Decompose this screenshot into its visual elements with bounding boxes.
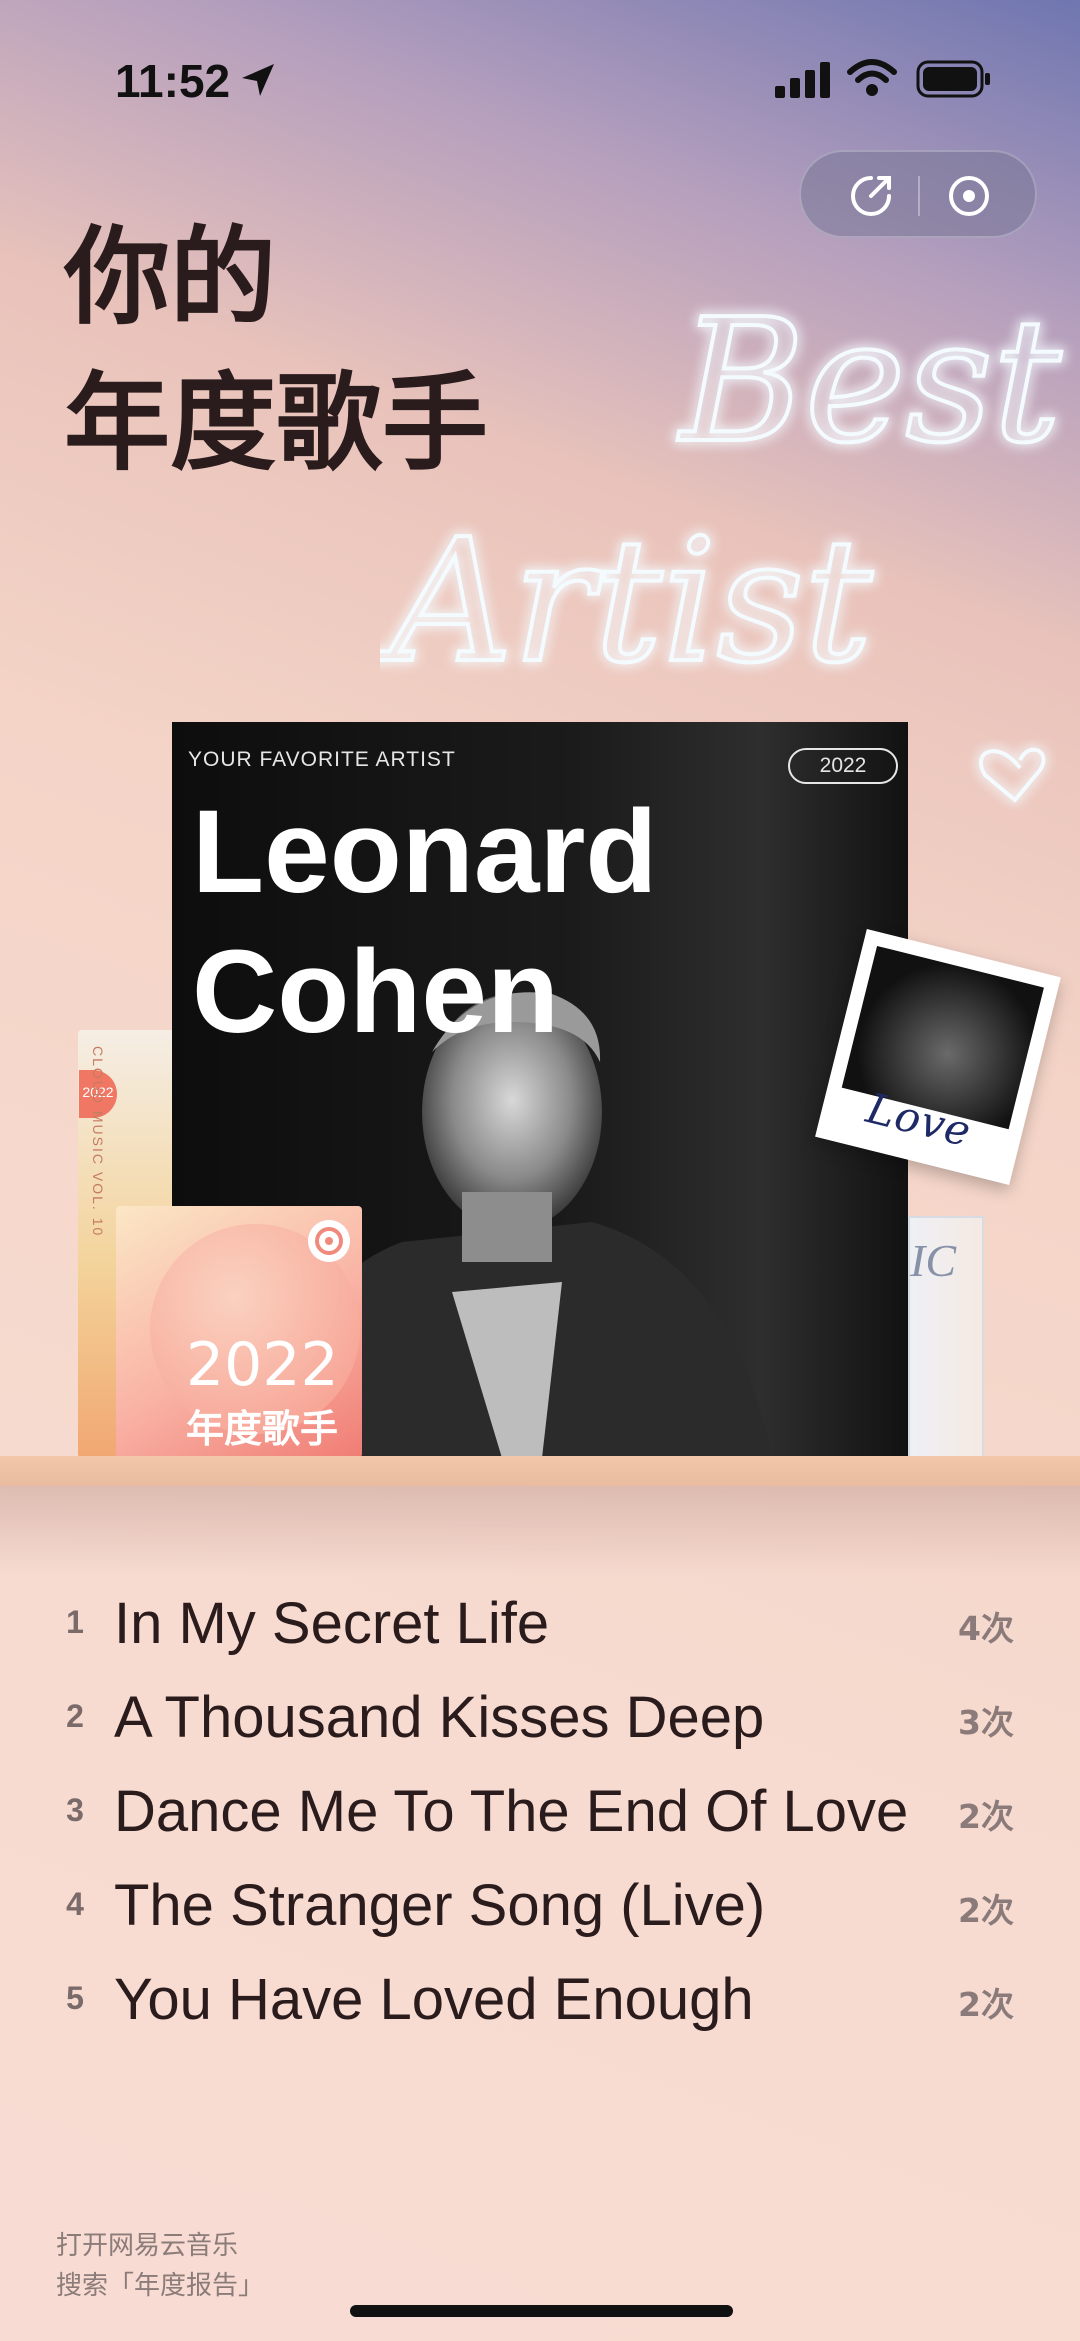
annual-report-album: 2022 年度歌手 [116, 1206, 362, 1458]
list-item[interactable]: 3 Dance Me To The End Of Love 2次 [0, 1768, 1080, 1858]
song-play-count: 2次 [958, 1985, 1014, 2024]
footer-line-2: 搜索「年度报告」 [56, 2271, 265, 2301]
artist-name: Leonard Cohen [192, 782, 892, 1062]
neon-line-2: Artist [380, 503, 873, 701]
song-rank: 4 [66, 1886, 84, 1922]
album-right-text: IC [910, 1235, 956, 1286]
list-item[interactable]: 5 You Have Loved Enough 2次 [0, 1956, 1080, 2046]
home-indicator[interactable] [350, 2305, 733, 2317]
heart-icon [978, 747, 1046, 803]
netease-music-logo-icon [308, 1220, 350, 1262]
album-front-label: 年度歌手 [186, 1407, 339, 1451]
song-rank: 3 [66, 1792, 84, 1828]
cellular-signal-icon [775, 62, 830, 98]
status-bar: 11:52 [0, 0, 1080, 150]
location-arrow-icon [242, 64, 274, 96]
song-rank: 2 [66, 1698, 84, 1734]
share-icon[interactable] [841, 166, 901, 226]
status-time: 11:52 [115, 55, 231, 107]
list-item[interactable]: 1 In My Secret Life 4次 [0, 1580, 1080, 1670]
album-year-badge: 2022 [788, 748, 898, 784]
song-title: The Stranger Song (Live) [114, 1873, 766, 1938]
song-play-count: 4次 [958, 1609, 1014, 1648]
artist-name-line-1: Leonard [192, 786, 658, 918]
shelf-shadow [0, 1486, 1080, 1576]
neon-line-1: Best [677, 283, 1062, 481]
album-left-spine-text: CLOUD MUSIC VOL. 10 [90, 1046, 106, 1238]
close-circle-icon[interactable] [939, 166, 999, 226]
album-subtitle: YOUR FAVORITE ARTIST [188, 748, 456, 771]
list-item[interactable]: 4 The Stranger Song (Live) 2次 [0, 1862, 1080, 1952]
song-title: You Have Loved Enough [114, 1967, 754, 2032]
album-front-year: 2022 [186, 1330, 339, 1400]
footer-hint: 打开网易云音乐 搜索「年度报告」 [56, 2226, 264, 2306]
artist-name-line-2: Cohen [192, 926, 560, 1058]
list-item[interactable]: 2 A Thousand Kisses Deep 3次 [0, 1674, 1080, 1764]
footer-line-1: 打开网易云音乐 [56, 2231, 239, 2261]
capsule-divider [918, 176, 920, 216]
song-play-count: 2次 [958, 1891, 1014, 1930]
capsule-menu [799, 150, 1037, 238]
shelf [0, 1456, 1080, 1486]
song-rank: 1 [66, 1604, 84, 1640]
song-play-count: 2次 [958, 1797, 1014, 1836]
song-play-count: 3次 [958, 1703, 1014, 1742]
wifi-icon [847, 59, 897, 96]
song-rank: 5 [66, 1980, 84, 2016]
song-title: A Thousand Kisses Deep [114, 1685, 765, 1750]
battery-icon [916, 60, 990, 98]
song-title: In My Secret Life [114, 1591, 550, 1656]
song-title: Dance Me To The End Of Love [114, 1779, 909, 1844]
